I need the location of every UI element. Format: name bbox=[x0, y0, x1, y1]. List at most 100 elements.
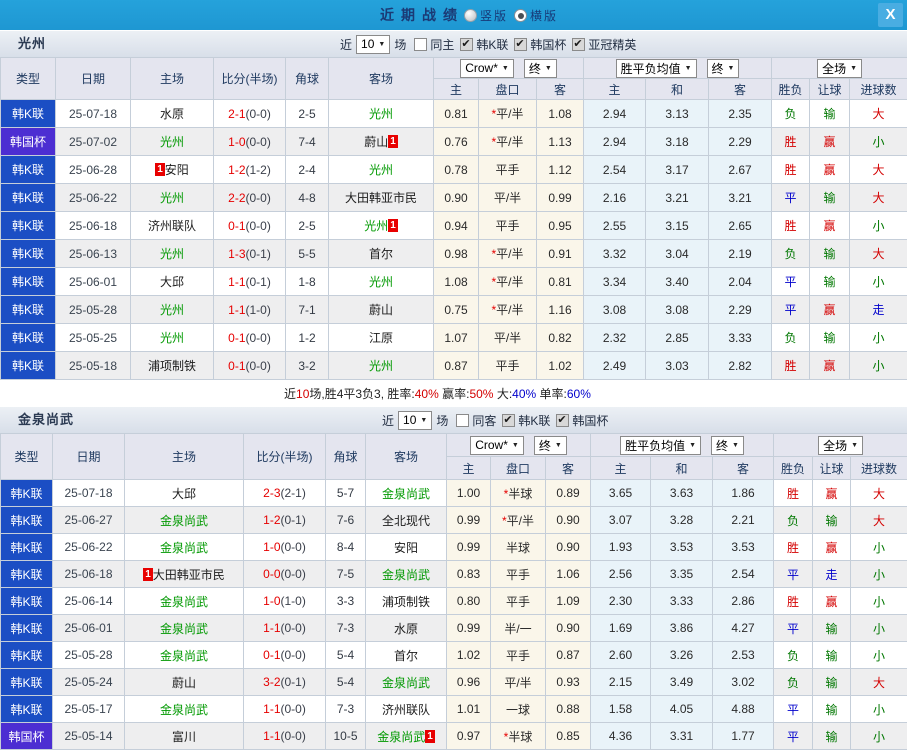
radio-horizontal[interactable] bbox=[514, 8, 528, 22]
handicap: *平/半 bbox=[479, 100, 537, 128]
result-handicap: 赢 bbox=[810, 128, 851, 156]
match-row: 韩K联 25-05-28 光州 1-1(1-0) 7-1 蔚山 0.75 *平/半 1.16 3.… bbox=[1, 296, 907, 324]
avg-odds-1: 3.49 bbox=[651, 669, 714, 696]
match-date: 25-05-18 bbox=[56, 352, 131, 380]
away-odds: 1.08 bbox=[537, 100, 585, 128]
matches-table: 类型 日期 主场 比分(半场) 角球 客场 Crow* ▼ 终 ▼ 胜平负均值 ▼ 终 ▼ 全场 ▼ 主盘口客主… bbox=[0, 57, 907, 380]
league-badge: 韩K联 bbox=[1, 507, 53, 534]
avg-odds-0: 3.32 bbox=[584, 240, 647, 268]
avg-odds-1: 3.21 bbox=[646, 184, 710, 212]
away-odds: 0.90 bbox=[546, 507, 592, 534]
filter-checkbox-3[interactable] bbox=[572, 37, 586, 51]
corner-score: 2-5 bbox=[286, 100, 329, 128]
col-header: 进球数 bbox=[850, 79, 907, 100]
filter-checkbox-label-0[interactable]: 同主 bbox=[430, 36, 454, 53]
chevron-down-icon: ▼ bbox=[511, 441, 519, 449]
page-title: 近期战绩 bbox=[380, 7, 464, 23]
team-home: 光州 bbox=[131, 296, 214, 324]
result-handicap: 赢 bbox=[810, 352, 851, 380]
filter-checkbox-label-3[interactable]: 亚冠精英 bbox=[588, 36, 636, 53]
scope-select[interactable]: 全场 ▼ bbox=[818, 435, 864, 455]
team-away: 光州 bbox=[329, 352, 434, 380]
radio-vertical-label[interactable]: 竖版 bbox=[480, 7, 508, 24]
team-away: 全北现代 bbox=[366, 507, 447, 534]
avg-odds-0: 2.16 bbox=[584, 184, 647, 212]
filter-checkbox-label-1[interactable]: 韩K联 bbox=[476, 36, 508, 53]
result-wdl: 胜 bbox=[772, 352, 811, 380]
league-badge: 韩国杯 bbox=[1, 723, 53, 750]
filter-checkbox-label-2[interactable]: 韩国杯 bbox=[572, 412, 608, 429]
match-date: 25-06-14 bbox=[53, 588, 125, 615]
col-header: 和 bbox=[651, 457, 714, 480]
league-badge: 韩K联 bbox=[1, 324, 56, 352]
filter-checkbox-label-1[interactable]: 韩K联 bbox=[518, 412, 550, 429]
match-row: 韩K联 25-06-14 金泉尚武 1-0(1-0) 3-3 浦项制铁 0.80 平手 1.09… bbox=[1, 588, 907, 615]
result-goals: 小 bbox=[851, 534, 907, 561]
filter-checkbox-1[interactable] bbox=[460, 37, 474, 51]
match-count-select[interactable]: 10 ▼ bbox=[356, 34, 391, 54]
filter-checkbox-2[interactable] bbox=[556, 413, 570, 427]
home-odds: 0.97 bbox=[447, 723, 491, 750]
radio-vertical[interactable] bbox=[464, 8, 477, 22]
col-header: 客 bbox=[537, 79, 585, 100]
filter-checkbox-1[interactable] bbox=[502, 413, 516, 427]
filter-checkbox-2[interactable] bbox=[514, 37, 528, 51]
chevron-down-icon: ▼ bbox=[544, 64, 552, 72]
result-handicap: 输 bbox=[810, 268, 851, 296]
avg-odds-2: 3.33 bbox=[709, 324, 773, 352]
away-odds: 0.81 bbox=[537, 268, 585, 296]
away-odds: 1.09 bbox=[546, 588, 592, 615]
away-odds: 1.02 bbox=[537, 352, 585, 380]
avg-odds-2: 2.19 bbox=[709, 240, 773, 268]
home-odds: 0.80 bbox=[447, 588, 491, 615]
league-badge: 韩K联 bbox=[1, 212, 56, 240]
match-row: 韩K联 25-06-13 光州 1-3(0-1) 5-5 首尔 0.98 *平/半 0.91 3.… bbox=[1, 240, 907, 268]
radio-horizontal-label[interactable]: 横版 bbox=[530, 7, 558, 24]
filter-checkbox-0[interactable] bbox=[414, 37, 428, 51]
corner-score: 2-5 bbox=[286, 212, 329, 240]
handicap: 平/半 bbox=[479, 184, 537, 212]
bookmaker-select[interactable]: Crow* ▼ bbox=[460, 58, 514, 78]
match-count-select[interactable]: 10 ▼ bbox=[398, 410, 433, 430]
team-home: 光州 bbox=[131, 324, 214, 352]
match-date: 25-05-17 bbox=[53, 696, 125, 723]
result-goals: 小 bbox=[850, 324, 907, 352]
avg-select[interactable]: 胜平负均值 ▼ bbox=[620, 435, 702, 455]
final-select-2[interactable]: 终 ▼ bbox=[706, 58, 740, 78]
league-badge: 韩国杯 bbox=[1, 128, 56, 156]
result-handicap: 输 bbox=[813, 507, 852, 534]
home-odds: 0.94 bbox=[434, 212, 479, 240]
avg-odds-0: 2.32 bbox=[584, 324, 647, 352]
avg-odds-1: 3.31 bbox=[651, 723, 714, 750]
match-row: 韩K联 25-05-25 光州 0-1(0-0) 1-2 江原 1.07 平/半 0.82 2.3… bbox=[1, 324, 907, 352]
scope-select[interactable]: 全场 ▼ bbox=[817, 58, 863, 78]
result-handicap: 走 bbox=[813, 561, 852, 588]
result-wdl: 平 bbox=[774, 561, 814, 588]
filter-checkbox-label-0[interactable]: 同客 bbox=[472, 412, 496, 429]
home-odds: 1.02 bbox=[447, 642, 491, 669]
avg-odds-2: 2.29 bbox=[709, 296, 773, 324]
final-select-1[interactable]: 终 ▼ bbox=[523, 58, 557, 78]
result-wdl: 平 bbox=[772, 268, 811, 296]
away-odds: 0.95 bbox=[537, 212, 585, 240]
avg-odds-1: 2.85 bbox=[646, 324, 710, 352]
handicap: 平手 bbox=[491, 561, 546, 588]
bookmaker-select[interactable]: Crow* ▼ bbox=[470, 435, 524, 455]
team-away: 蔚山 bbox=[329, 296, 434, 324]
chevron-down-icon: ▼ bbox=[420, 416, 428, 424]
final-select-2[interactable]: 终 ▼ bbox=[711, 435, 744, 455]
result-wdl: 负 bbox=[774, 669, 814, 696]
chevron-down-icon: ▼ bbox=[378, 40, 386, 48]
avg-odds-1: 3.15 bbox=[646, 212, 710, 240]
avg-odds-2: 2.29 bbox=[709, 128, 773, 156]
filter-checkbox-0[interactable] bbox=[456, 413, 470, 427]
avg-select[interactable]: 胜平负均值 ▼ bbox=[615, 58, 697, 78]
filter-checkbox-label-2[interactable]: 韩国杯 bbox=[530, 36, 566, 53]
avg-odds-1: 3.13 bbox=[646, 100, 710, 128]
avg-odds-0: 3.08 bbox=[584, 296, 647, 324]
match-row: 韩K联 25-06-22 光州 2-2(0-0) 4-8 大田韩亚市民 0.90 平/半 0.9… bbox=[1, 184, 907, 212]
league-badge: 韩K联 bbox=[1, 240, 56, 268]
final-select-1[interactable]: 终 ▼ bbox=[533, 435, 567, 455]
close-icon[interactable]: X bbox=[878, 3, 903, 27]
header-dropdown-group: 全场 ▼ bbox=[774, 434, 907, 457]
